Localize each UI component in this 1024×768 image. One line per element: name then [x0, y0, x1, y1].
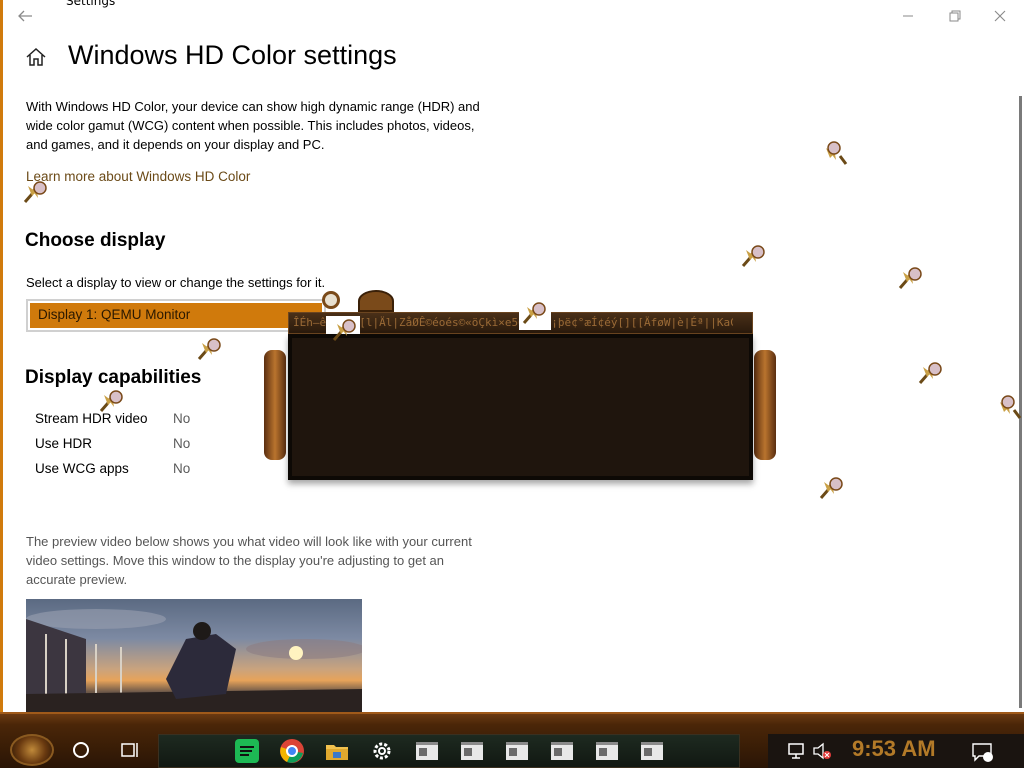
flying-bug-icon [98, 385, 128, 415]
preview-description: The preview video below shows you what v… [26, 534, 472, 587]
spotify-icon[interactable] [234, 738, 260, 764]
pipe-decoration [264, 350, 286, 460]
gauge-icon [322, 291, 340, 309]
window-thumbnail-icon[interactable] [459, 738, 485, 764]
flying-bug-icon [196, 333, 226, 363]
flying-bug-icon [820, 138, 850, 168]
window-thumbnail-icon[interactable] [414, 738, 440, 764]
popup-body [288, 334, 753, 480]
gear-icon [358, 290, 394, 312]
flying-bug-icon [994, 392, 1024, 422]
flying-bug-icon [740, 240, 770, 270]
capability-name: Use HDR [35, 436, 93, 451]
flying-bug-icon [521, 297, 551, 327]
volume-muted-icon[interactable] [811, 740, 837, 766]
window-title: Settings [66, 0, 116, 8]
window-thumbnail-icon[interactable] [504, 738, 530, 764]
title-bar: Settings [3, 0, 1024, 32]
page-title: Windows HD Color settings [68, 40, 397, 70]
home-icon[interactable] [24, 45, 48, 69]
taskbar: 9:53 AM [0, 712, 1024, 768]
choose-display-heading: Choose display [25, 230, 166, 251]
window-thumbnail-icon[interactable] [549, 738, 575, 764]
display-select-value: Display 1: QEMU Monitor [38, 307, 191, 322]
capability-value: No [173, 436, 191, 451]
choose-display-label: Select a display to view or change the s… [26, 275, 326, 290]
flying-bug-icon [331, 314, 361, 344]
hdr-preview-video[interactable] [26, 599, 362, 712]
capability-value: No [173, 411, 191, 426]
chrome-icon[interactable] [279, 738, 305, 764]
learn-more-link[interactable]: Learn more about Windows HD Color [26, 169, 250, 184]
close-button[interactable] [977, 4, 1023, 28]
restore-button[interactable] [931, 4, 977, 28]
start-button[interactable] [10, 734, 54, 766]
flying-bug-icon [22, 176, 52, 206]
intro-text: With Windows HD Color, your device can s… [26, 99, 480, 152]
taskbar-clock[interactable]: 9:53 AM [852, 736, 936, 762]
capability-name: Stream HDR video [35, 411, 148, 426]
notifications-icon[interactable] [970, 740, 996, 766]
flying-bug-icon [897, 262, 927, 292]
window-thumbnail-icon[interactable] [594, 738, 620, 764]
flying-bug-icon [917, 357, 947, 387]
task-view-icon[interactable] [119, 740, 141, 760]
capability-name: Use WCG apps [35, 461, 129, 476]
back-arrow-icon[interactable] [13, 4, 37, 28]
pipe-decoration [754, 350, 776, 460]
capability-value: No [173, 461, 191, 476]
minimize-button[interactable] [885, 4, 931, 28]
window-thumbnail-icon[interactable] [639, 738, 665, 764]
window-frame-left [0, 0, 3, 712]
network-icon[interactable] [786, 740, 812, 766]
cortana-search-icon[interactable] [73, 742, 89, 758]
settings-gear-icon[interactable] [369, 738, 395, 764]
file-explorer-icon[interactable] [324, 738, 350, 764]
flying-bug-icon [818, 472, 848, 502]
